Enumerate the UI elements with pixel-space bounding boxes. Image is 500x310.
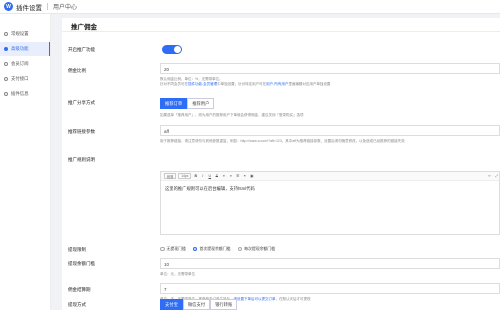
withdraw-option-first[interactable]: 首次提现余额门槛 (192, 246, 231, 252)
min-hint: 单位：元，无需带单位 (160, 272, 195, 276)
gear-icon (4, 32, 8, 36)
enable-label: 开启推广功能 (68, 47, 95, 52)
align-center-icon[interactable]: ≡ (228, 174, 233, 179)
sidebar-item-advanced[interactable]: 高级功能 (0, 42, 50, 56)
ratio-hint-text: 针对不同会员可在 (160, 82, 188, 86)
radio-checked-icon (192, 246, 198, 252)
sidebar-item-membership[interactable]: 会员订阅 (0, 57, 50, 71)
top-bar: W 插件设置 用户中心 (0, 0, 500, 14)
rich-text-editor[interactable]: 段落 14px B I U S ≡ ≡ ☰ ⚭ ▣ ‹› ⤢ 这里的推广规则可以… (160, 171, 500, 235)
radio-label: 每次提现余额门槛 (244, 246, 276, 251)
withdraw-option-none[interactable]: 无提现门槛 (160, 246, 186, 252)
app-logo: W (4, 2, 13, 11)
title-divider (47, 3, 48, 10)
fee-input[interactable]: 7 (160, 283, 500, 294)
withdraw-option-every[interactable]: 每次提现余额门槛 (237, 246, 276, 252)
radio-icon (237, 246, 243, 252)
editor-content[interactable]: 这里的推广规则可以在后台编辑，支持html代码 (161, 181, 499, 197)
sidebar-item-label: 会员订阅 (11, 61, 29, 66)
fullscreen-icon[interactable]: ⤢ (494, 174, 499, 179)
share-label: 推广分享方式 (68, 100, 95, 105)
link-icon[interactable]: ⚭ (242, 174, 247, 179)
underline-icon[interactable]: U (207, 174, 212, 179)
sidebar-item-label: 常规设置 (11, 31, 29, 36)
sidebar: 常规设置 高级功能 会员订阅 支付接口 插件信息 (0, 14, 51, 310)
main-panel: 推广佣金 开启推广功能 佣金比例 20 默认佣金比例，单位：%，无需带单位。 针… (62, 18, 500, 310)
app-title: 插件设置 (16, 4, 42, 12)
share-hint: 如果选择「推荐用户」，则为用户的推荐用户下单就会获得佣金，建议关闭「登录购买」选… (160, 113, 304, 117)
italic-icon[interactable]: I (200, 174, 205, 179)
star-icon (4, 47, 8, 51)
param-input[interactable]: aff (160, 125, 500, 136)
crown-icon (4, 62, 8, 66)
fee-label: 佣金结算期 (68, 287, 91, 292)
param-hint: 用于推荐链接，请注意请勿与其他参数重复，例如：http://www.a.com/… (160, 139, 405, 143)
all-users-link[interactable]: 用户-所有用户 (266, 82, 288, 86)
page-title: 推广佣金 (62, 18, 500, 32)
min-input[interactable]: 10 (160, 258, 500, 269)
sidebar-item-label: 高级功能 (11, 46, 29, 51)
editor-toolbar: 段落 14px B I U S ≡ ≡ ☰ ⚭ ▣ ‹› ⤢ (161, 172, 499, 181)
align-left-icon[interactable]: ≡ (221, 174, 226, 179)
font-size-select[interactable]: 14px (178, 173, 192, 179)
card-icon (4, 77, 8, 81)
ratio-label: 佣金比例 (68, 68, 86, 73)
image-icon[interactable]: ▣ (249, 174, 254, 179)
radio-label: 首次提现余额门槛 (199, 246, 231, 251)
param-label: 推荐链接参数 (68, 129, 95, 134)
method-option-bank[interactable]: 银行转账 (210, 299, 238, 310)
code-icon[interactable]: ‹› (487, 174, 492, 179)
bold-icon[interactable]: B (193, 174, 198, 179)
toggle-knob (174, 46, 181, 53)
member-manage-link[interactable]: 插件功能-会员管理 (188, 82, 217, 86)
radio-label: 无提现门槛 (166, 246, 186, 251)
radio-icon (160, 246, 165, 252)
method-label: 提现方式 (68, 302, 86, 307)
share-option-order[interactable]: 推荐订单 (160, 98, 188, 109)
app-subtitle: 用户中心 (53, 5, 78, 11)
fee-hint-link[interactable]: 请设置下单后可以提交订单 (234, 297, 276, 301)
desc-label: 推广规则说明 (68, 157, 95, 162)
method-group: 支付宝 微信支付 银行转账 (160, 299, 238, 310)
strikethrough-icon[interactable]: S (214, 174, 219, 179)
sidebar-item-general[interactable]: 常规设置 (0, 27, 50, 41)
sidebar-item-payment[interactable]: 支付接口 (0, 72, 50, 86)
withdraw-label: 提现限制 (68, 247, 86, 252)
share-option-user[interactable]: 推荐用户 (187, 98, 215, 109)
sidebar-item-label: 支付接口 (11, 76, 29, 81)
enable-toggle[interactable] (162, 45, 182, 54)
method-option-wechat[interactable]: 微信支付 (182, 299, 211, 310)
format-select[interactable]: 段落 (164, 173, 177, 179)
share-method-group: 推荐订单 推荐用户 (160, 98, 215, 109)
ratio-hint-text: 里面编辑对应用户单独设置 (288, 82, 331, 86)
ratio-input[interactable]: 20 (160, 63, 500, 74)
min-label: 提现余额门槛 (68, 261, 95, 266)
info-icon (4, 92, 8, 96)
sidebar-item-info[interactable]: 插件信息 (0, 87, 50, 101)
sidebar-item-label: 插件信息 (11, 91, 29, 96)
method-option-alipay[interactable]: 支付宝 (160, 299, 183, 310)
ratio-hint: 默认佣金比例，单位：%，无需带单位。 (160, 77, 223, 81)
fee-hint-text: ，在默认天后才可提现 (275, 297, 311, 301)
withdraw-radio-group: 无提现门槛 首次提现余额门槛 每次提现余额门槛 (160, 246, 275, 252)
ratio-hint-text: 中单独设置；针对特定用户可在 (217, 82, 267, 86)
list-icon[interactable]: ☰ (235, 174, 240, 179)
ratio-hint-2: 针对不同会员可在插件功能-会员管理中单独设置；针对特定用户可在用户-所有用户里面… (160, 82, 500, 87)
